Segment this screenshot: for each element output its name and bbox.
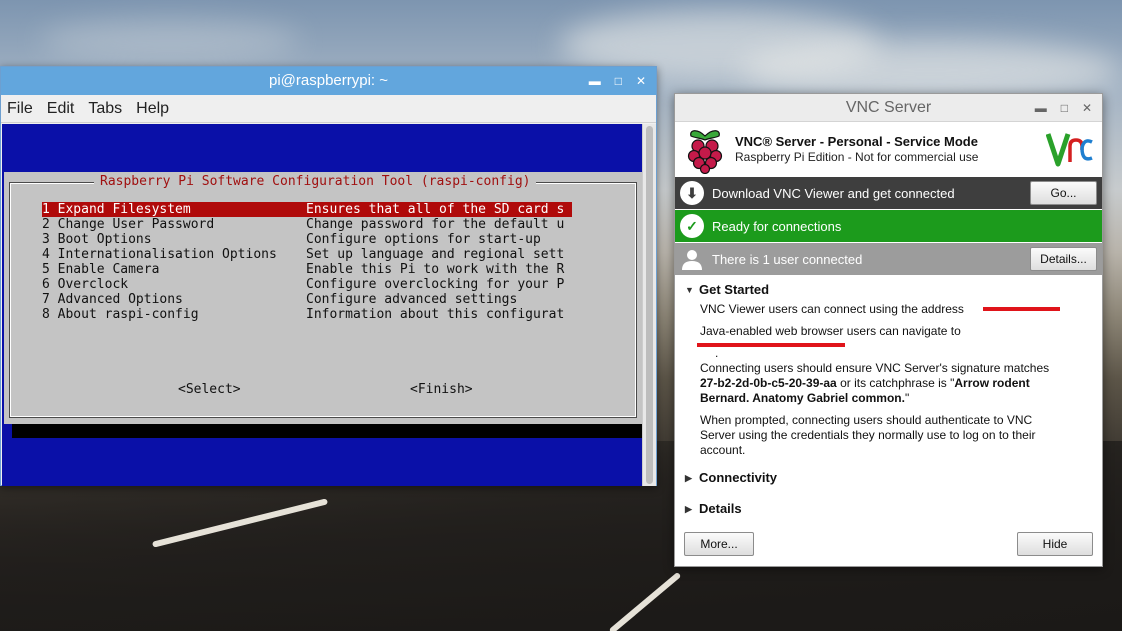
close-icon[interactable]: ✕ [1082,102,1092,114]
menu-edit[interactable]: Edit [47,100,75,118]
redacted-address [983,307,1060,311]
triangle-right-icon: ▶ [685,504,692,514]
minimize-icon[interactable]: ▬ [589,75,601,87]
ready-status-bar: ✓ Ready for connections [675,210,1102,242]
signature-paragraph: Connecting users should ensure VNC Serve… [700,361,1050,405]
finish-button[interactable]: <Finish> [410,382,473,397]
download-arrow-icon: ⬇ [680,181,704,205]
menu-option-boot-options[interactable]: 3 Boot Options Configure options for star… [42,232,541,247]
triangle-right-icon: ▶ [685,473,692,483]
product-line: VNC® Server - Personal - Service Mode [735,134,978,149]
java-text: Java-enabled web browser users can navig… [700,324,961,338]
vnc-header: VNC® Server - Personal - Service Mode Ra… [675,122,1102,176]
get-started-section[interactable]: ▼ Get Started [685,282,769,297]
users-text: There is 1 user connected [712,251,863,267]
download-text: Download VNC Viewer and get connected [712,185,955,201]
menu-option-expand-filesystem[interactable]: 1 Expand Filesystem Ensures that all of t… [42,202,572,217]
maximize-icon[interactable]: □ [1061,102,1068,114]
signature-value: 27-b2-2d-0b-c5-20-39-aa [700,376,837,390]
edition-line: Raspberry Pi Edition - Not for commercia… [735,150,979,164]
menu-file[interactable]: File [7,100,33,118]
menu-tabs[interactable]: Tabs [88,100,122,118]
details-button[interactable]: Details... [1030,247,1097,271]
menu-option-advanced[interactable]: 7 Advanced Options Configure advanced set… [42,292,517,307]
connectivity-section[interactable]: ▶ Connectivity [685,470,777,485]
triangle-down-icon: ▼ [685,285,694,295]
menu-option-overclock[interactable]: 6 Overclock Configure overclocking for yo… [42,277,564,292]
menu-option-enable-camera[interactable]: 5 Enable Camera Enable this Pi to work wi… [42,262,564,277]
terminal-scrollbar[interactable] [642,124,656,486]
vnc-titlebar[interactable]: VNC Server ▬ □ ✕ [675,94,1102,122]
vnc-logo-icon [1046,133,1093,167]
ready-text: Ready for connections [712,218,842,234]
maximize-icon[interactable]: □ [615,75,622,87]
details-section[interactable]: ▶ Details [685,501,742,516]
menu-option-change-password[interactable]: 2 Change User Password Change password fo… [42,217,564,232]
user-icon [682,250,702,270]
dialog-shadow [12,424,642,438]
terminal-screen[interactable]: Raspberry Pi Software Configuration Tool… [2,124,642,486]
terminal-title: pi@raspberrypi: ~ [268,72,389,89]
vnc-title: VNC Server [845,99,932,116]
terminal-window: pi@raspberrypi: ~ ▬ □ ✕ File Edit Tabs H… [0,66,657,486]
menu-option-internationalisation[interactable]: 4 Internationalisation Options Set up lan… [42,247,564,262]
auth-paragraph: When prompted, connecting users should a… [700,413,1036,457]
raspberry-pi-logo-icon [687,130,723,174]
raspi-config-dialog: Raspberry Pi Software Configuration Tool… [4,172,642,424]
hide-button[interactable]: Hide [1017,532,1093,556]
url-period: . [715,346,719,360]
terminal-menubar: File Edit Tabs Help [1,95,656,123]
select-button[interactable]: <Select> [178,382,241,397]
menu-help[interactable]: Help [136,100,169,118]
go-button[interactable]: Go... [1030,181,1097,205]
minimize-icon[interactable]: ▬ [1035,102,1047,114]
dialog-title: Raspberry Pi Software Configuration Tool… [94,174,537,189]
close-icon[interactable]: ✕ [636,75,646,87]
vnc-server-window: VNC Server ▬ □ ✕ VNC® Server - Personal … [674,93,1103,567]
menu-option-about[interactable]: 8 About raspi-config Information about th… [42,307,564,322]
more-button[interactable]: More... [684,532,754,556]
terminal-titlebar[interactable]: pi@raspberrypi: ~ ▬ □ ✕ [1,67,656,95]
checkmark-icon: ✓ [680,214,704,238]
